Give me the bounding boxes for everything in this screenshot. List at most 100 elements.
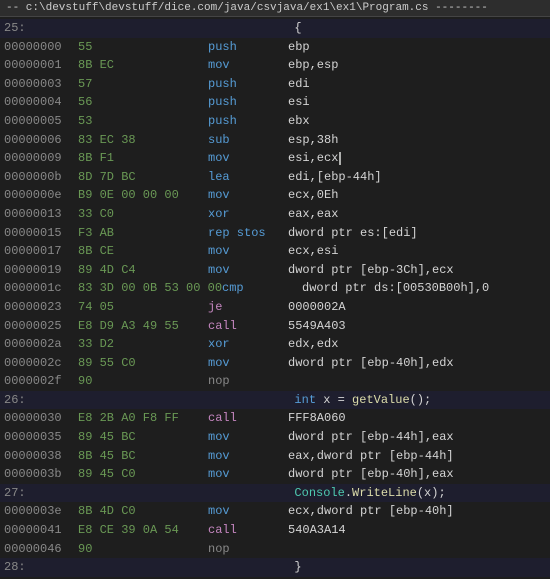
table-row: 0000003589 45 BCmovdword ptr [ebp-44h],e… <box>0 428 550 447</box>
asm-address: 00000013 <box>4 205 78 224</box>
table-row: 000000178B CEmovecx,esi <box>0 242 550 261</box>
table-row: 00000041E8 CE 39 0A 54call540A3A14 <box>0 521 550 540</box>
table-row: 0000000683 EC 38subesp,38h <box>0 131 550 150</box>
table-row: 0000001c83 3D 00 0B 53 00 00cmpdword ptr… <box>0 279 550 298</box>
asm-mnemonic: cmp <box>222 279 302 298</box>
asm-operands: ebp,esp <box>288 56 338 75</box>
asm-bytes: 8B F1 <box>78 149 208 168</box>
src-line-number: 25: <box>4 19 78 38</box>
asm-address: 00000015 <box>4 224 78 243</box>
asm-operands: dword ptr [ebp-3Ch],ecx <box>288 261 454 280</box>
table-row: 00000025E8 D9 A3 49 55call5549A403 <box>0 317 550 336</box>
asm-bytes: 83 3D 00 0B 53 00 00 <box>78 279 222 298</box>
asm-mnemonic: mov <box>208 242 288 261</box>
table-row: 00000030E8 2B A0 F8 FFcallFFF8A060 <box>0 409 550 428</box>
asm-bytes: 8D 7D BC <box>78 168 208 187</box>
src-line-number: 26: <box>4 391 78 410</box>
asm-address: 0000000e <box>4 186 78 205</box>
asm-bytes: 90 <box>78 372 208 391</box>
asm-address: 0000002c <box>4 354 78 373</box>
asm-operands: dword ptr [ebp-40h],eax <box>288 465 454 484</box>
asm-address: 00000041 <box>4 521 78 540</box>
asm-address: 00000038 <box>4 447 78 466</box>
table-row: 00000015F3 ABrep stosdword ptr es:[edi] <box>0 224 550 243</box>
asm-bytes: 8B 4D C0 <box>78 502 208 521</box>
src-line-number: 28: <box>4 558 78 577</box>
asm-address: 0000003b <box>4 465 78 484</box>
asm-mnemonic: push <box>208 75 288 94</box>
table-row: 0000000eB9 0E 00 00 00movecx,0Eh <box>0 186 550 205</box>
table-row: 0000000357pushedi <box>0 75 550 94</box>
asm-mnemonic: mov <box>208 354 288 373</box>
asm-operands: ecx,dword ptr [ebp-40h] <box>288 502 454 521</box>
file-header: -- c:\devstuff\devstuff/dice.com/java/cs… <box>0 0 550 17</box>
asm-mnemonic: call <box>208 521 288 540</box>
asm-mnemonic: nop <box>208 540 288 559</box>
asm-bytes: 8B EC <box>78 56 208 75</box>
asm-mnemonic: je <box>208 298 288 317</box>
asm-operands: edi,[ebp-44h] <box>288 168 382 187</box>
asm-bytes: 57 <box>78 75 208 94</box>
asm-address: 00000000 <box>4 38 78 57</box>
asm-mnemonic: rep stos <box>208 224 288 243</box>
asm-operands: ebp <box>288 38 310 57</box>
asm-operands: esp,38h <box>288 131 338 150</box>
asm-address: 00000046 <box>4 540 78 559</box>
text-cursor <box>339 152 341 165</box>
table-row: 0000003e8B 4D C0movecx,dword ptr [ebp-40… <box>0 502 550 521</box>
asm-operands: ecx,0Eh <box>288 186 338 205</box>
src-code: int x = getValue(); <box>208 391 431 410</box>
asm-mnemonic: xor <box>208 205 288 224</box>
asm-mnemonic: xor <box>208 335 288 354</box>
asm-mnemonic: mov <box>208 447 288 466</box>
asm-operands: eax,eax <box>288 205 338 224</box>
asm-bytes: 33 C0 <box>78 205 208 224</box>
table-row: 0000000055pushebp <box>0 38 550 57</box>
asm-mnemonic: mov <box>208 261 288 280</box>
table-row: 000000018B ECmovebp,esp <box>0 56 550 75</box>
asm-mnemonic: call <box>208 317 288 336</box>
asm-mnemonic: mov <box>208 502 288 521</box>
table-row: 000000098B F1movesi,ecx <box>0 149 550 168</box>
table-row: 000000388B 45 BCmoveax,dword ptr [ebp-44… <box>0 447 550 466</box>
table-row: 0000003b89 45 C0movdword ptr [ebp-40h],e… <box>0 465 550 484</box>
asm-address: 00000017 <box>4 242 78 261</box>
asm-bytes: 89 4D C4 <box>78 261 208 280</box>
asm-operands: dword ptr ds:[00530B00h],0 <box>302 279 489 298</box>
asm-address: 00000025 <box>4 317 78 336</box>
asm-bytes: 89 45 BC <box>78 428 208 447</box>
asm-mnemonic: call <box>208 409 288 428</box>
src-code: Console.WriteLine(x); <box>208 484 446 503</box>
table-row: 0000002f90nop <box>0 372 550 391</box>
table-row: 28: } <box>0 558 550 577</box>
asm-address: 00000009 <box>4 149 78 168</box>
asm-operands: esi,ecx <box>288 149 341 168</box>
asm-address: 00000030 <box>4 409 78 428</box>
asm-operands: 540A3A14 <box>288 521 346 540</box>
asm-bytes: E8 D9 A3 49 55 <box>78 317 208 336</box>
table-row: 25: { <box>0 19 550 38</box>
asm-bytes: 89 55 C0 <box>78 354 208 373</box>
asm-mnemonic: nop <box>208 372 288 391</box>
table-row: 0000000b8D 7D BCleaedi,[ebp-44h] <box>0 168 550 187</box>
src-indent <box>78 484 208 503</box>
asm-address: 00000035 <box>4 428 78 447</box>
asm-operands: 5549A403 <box>288 317 346 336</box>
table-row: 0000002c89 55 C0movdword ptr [ebp-40h],e… <box>0 354 550 373</box>
asm-operands: ebx <box>288 112 310 131</box>
table-row: 0000004690nop <box>0 540 550 559</box>
table-row: 0000000553pushebx <box>0 112 550 131</box>
src-code: } <box>208 558 302 577</box>
asm-address: 00000023 <box>4 298 78 317</box>
asm-address: 00000004 <box>4 93 78 112</box>
asm-operands: FFF8A060 <box>288 409 346 428</box>
asm-bytes: 56 <box>78 93 208 112</box>
disassembly-view: 25: {0000000055pushebp000000018B ECmoveb… <box>0 17 550 579</box>
asm-bytes: 8B CE <box>78 242 208 261</box>
table-row: 27: Console.WriteLine(x); <box>0 484 550 503</box>
src-code: { <box>208 19 302 38</box>
asm-address: 0000000b <box>4 168 78 187</box>
asm-mnemonic: sub <box>208 131 288 150</box>
asm-mnemonic: push <box>208 112 288 131</box>
asm-mnemonic: mov <box>208 428 288 447</box>
